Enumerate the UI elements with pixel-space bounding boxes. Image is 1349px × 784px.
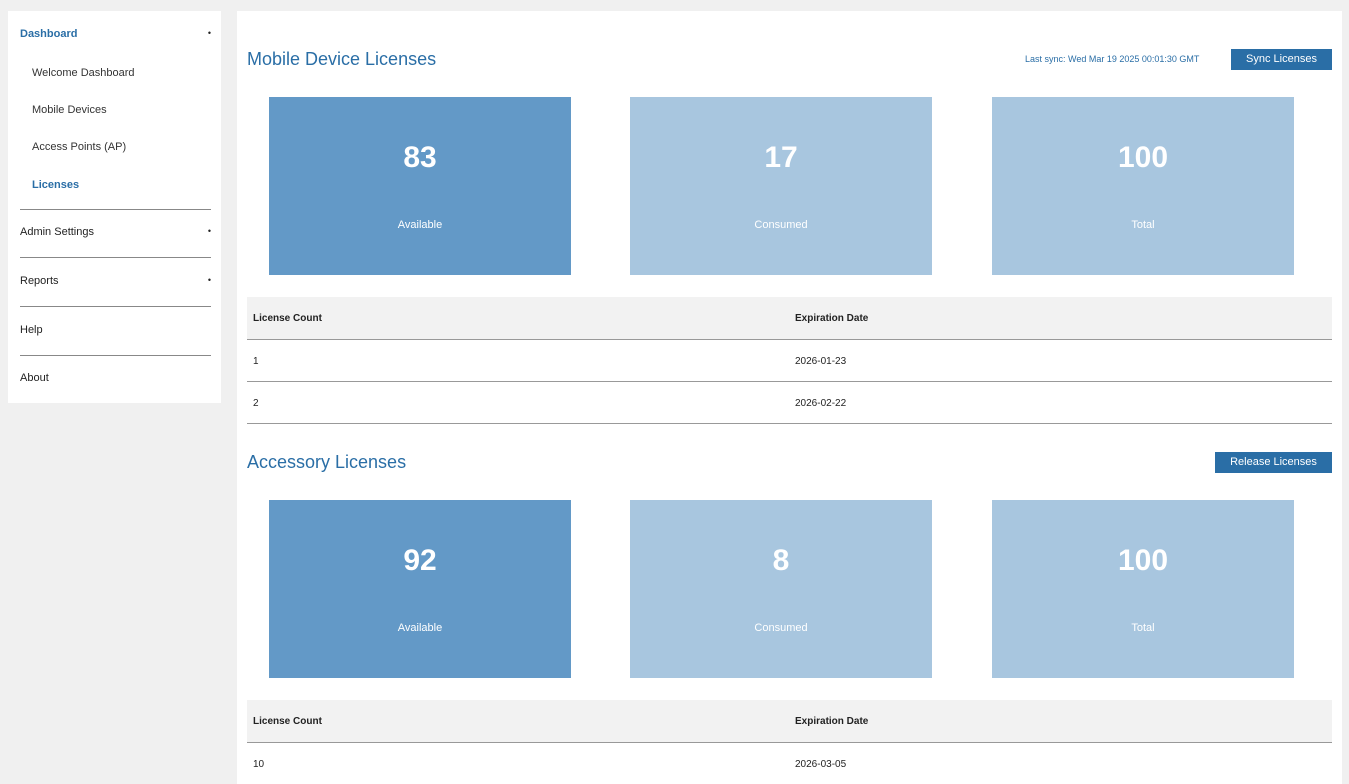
sidebar-item-mobile-devices[interactable]: Mobile Devices: [32, 104, 107, 116]
available-count: 92: [403, 544, 437, 577]
sidebar-divider: [20, 257, 211, 258]
table-row: 1 2026-01-23: [247, 340, 1332, 382]
sidebar-item-welcome-dashboard[interactable]: Welcome Dashboard: [32, 67, 135, 79]
header-expiration-date: Expiration Date: [795, 313, 869, 324]
total-tile: 100 Total: [992, 97, 1294, 275]
sidebar-divider: [20, 209, 211, 210]
nav-about[interactable]: About: [20, 369, 211, 389]
mobile-licenses-title: Mobile Device Licenses: [247, 49, 437, 69]
sidebar-item-access-points[interactable]: Access Points (AP): [32, 141, 126, 153]
sidebar-item-licenses[interactable]: Licenses: [32, 179, 79, 191]
nav-help[interactable]: Help: [20, 321, 211, 341]
sidebar-divider: [20, 355, 211, 356]
total-tile: 100 Total: [992, 500, 1294, 678]
table-row: 10 2026-03-05: [247, 743, 1332, 784]
nav-admin-settings-label: Admin Settings: [20, 226, 94, 238]
available-label: Available: [397, 622, 443, 634]
consumed-tile: 17 Consumed: [630, 97, 932, 275]
header-expiration-date: Expiration Date: [795, 716, 869, 727]
total-label: Total: [1131, 622, 1155, 634]
nav-dashboard-label: Dashboard: [20, 28, 78, 40]
consumed-count: 17: [764, 141, 798, 174]
available-tile: 83 Available: [269, 97, 571, 275]
expiration-date-cell: 2026-02-22: [795, 398, 847, 409]
sidebar-divider: [20, 306, 211, 307]
table-header: License Count Expiration Date: [247, 700, 1332, 743]
available-count: 83: [403, 141, 437, 174]
consumed-tile: 8 Consumed: [630, 500, 932, 678]
caret-icon: •: [207, 226, 211, 236]
table-header: License Count Expiration Date: [247, 297, 1332, 340]
sidebar: Dashboard • Welcome Dashboard Mobile Dev…: [8, 11, 221, 403]
nav-reports-label: Reports: [20, 275, 59, 287]
caret-icon: •: [207, 275, 211, 285]
header-license-count: License Count: [253, 313, 322, 324]
nav-admin-settings[interactable]: Admin Settings •: [20, 223, 211, 243]
available-label: Available: [397, 219, 443, 231]
license-count-cell: 1: [253, 356, 259, 367]
table-row: 2 2026-02-22: [247, 382, 1332, 424]
consumed-count: 8: [772, 544, 790, 577]
header-license-count: License Count: [253, 716, 322, 727]
last-sync-text: Last sync: Wed Mar 19 2025 00:01:30 GMT: [1025, 54, 1200, 64]
sync-licenses-button[interactable]: Sync Licenses: [1231, 49, 1332, 70]
available-tile: 92 Available: [269, 500, 571, 678]
expiration-date-cell: 2026-01-23: [795, 356, 847, 367]
release-licenses-button[interactable]: Release Licenses: [1215, 452, 1332, 473]
total-label: Total: [1131, 219, 1155, 231]
nav-reports[interactable]: Reports •: [20, 272, 211, 292]
caret-icon: •: [207, 28, 211, 38]
license-count-cell: 10: [253, 759, 265, 770]
total-count: 100: [1117, 544, 1169, 577]
main-content: Mobile Device Licenses Last sync: Wed Ma…: [237, 11, 1342, 784]
nav-dashboard[interactable]: Dashboard •: [20, 25, 211, 45]
accessory-licenses-title: Accessory Licenses: [247, 452, 407, 472]
consumed-label: Consumed: [754, 622, 808, 634]
nav-help-label: Help: [20, 324, 43, 336]
consumed-label: Consumed: [754, 219, 808, 231]
total-count: 100: [1117, 141, 1169, 174]
expiration-date-cell: 2026-03-05: [795, 759, 847, 770]
license-count-cell: 2: [253, 398, 259, 409]
nav-about-label: About: [20, 372, 49, 384]
